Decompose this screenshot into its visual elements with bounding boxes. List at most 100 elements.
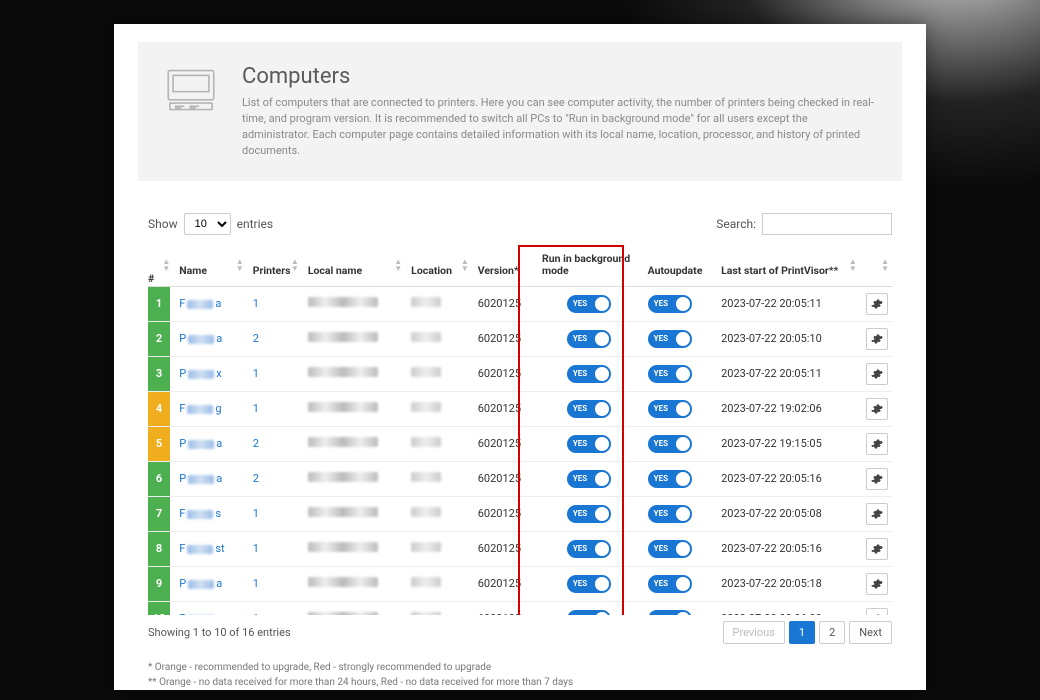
computer-name-link[interactable]: Pa — [179, 472, 222, 485]
col-location[interactable]: Location▲▼ — [405, 245, 472, 287]
computer-name-link[interactable]: Fst — [179, 542, 224, 555]
printers-link[interactable]: 2 — [253, 332, 259, 345]
table-row: 4 Fg 1 6020125 YES YES 2023-07-22 19:02:… — [148, 391, 892, 426]
computer-name-link[interactable]: Pa — [179, 612, 222, 615]
row-index-badge: 5 — [148, 427, 170, 461]
row-settings-button[interactable] — [866, 398, 888, 420]
col-bgmode[interactable]: Run in background mode — [536, 245, 642, 287]
col-local[interactable]: Local name▲▼ — [302, 245, 405, 287]
autoupdate-toggle[interactable]: YES — [648, 295, 692, 313]
version-value: 6020125 — [478, 437, 521, 450]
row-settings-button[interactable] — [866, 293, 888, 315]
last-start-value: 2023-07-22 20:05:10 — [721, 332, 822, 345]
gear-icon — [871, 333, 883, 345]
location-value — [411, 542, 441, 552]
computer-name-link[interactable]: Fa — [179, 297, 221, 310]
version-value: 6020125 — [478, 507, 521, 520]
autoupdate-toggle[interactable]: YES — [648, 505, 692, 523]
bgmode-toggle[interactable]: YES — [567, 330, 611, 348]
prev-button[interactable]: Previous — [723, 621, 785, 644]
col-version[interactable]: Version* — [472, 245, 536, 287]
next-button[interactable]: Next — [849, 621, 892, 644]
entries-label: entries — [237, 217, 273, 231]
row-settings-button[interactable] — [866, 468, 888, 490]
col-printers[interactable]: Printers▲▼ — [247, 245, 302, 287]
row-index-badge: 3 — [148, 357, 170, 391]
location-value — [411, 472, 441, 482]
bgmode-toggle[interactable]: YES — [567, 435, 611, 453]
bgmode-toggle[interactable]: YES — [567, 505, 611, 523]
search-input[interactable] — [762, 213, 892, 235]
local-name-value — [308, 612, 378, 615]
computer-name-link[interactable]: Pa — [179, 437, 222, 450]
bgmode-toggle[interactable]: YES — [567, 470, 611, 488]
last-start-value: 2023-07-22 20:05:11 — [721, 297, 822, 310]
autoupdate-toggle[interactable]: YES — [648, 575, 692, 593]
col-laststart[interactable]: Last start of PrintVisor**▲▼ — [715, 245, 860, 287]
row-settings-button[interactable] — [866, 363, 888, 385]
col-autoupdate[interactable]: Autoupdate — [642, 245, 715, 287]
bgmode-toggle[interactable]: YES — [567, 610, 611, 615]
local-name-value — [308, 367, 378, 377]
page-1-button[interactable]: 1 — [789, 621, 815, 644]
version-value: 6020125 — [478, 577, 521, 590]
table-header-row: #▲▼ Name▲▼ Printers▲▼ Local name▲▼ Locat… — [148, 245, 892, 287]
table-row: 1 Fa 1 6020125 YES YES 2023-07-22 20:05:… — [148, 286, 892, 321]
last-start-value: 2023-07-22 20:05:16 — [721, 542, 822, 555]
autoupdate-toggle[interactable]: YES — [648, 610, 692, 615]
row-index-badge: 7 — [148, 497, 170, 531]
location-value — [411, 297, 441, 307]
autoupdate-toggle[interactable]: YES — [648, 540, 692, 558]
row-settings-button[interactable] — [866, 538, 888, 560]
table-row: 9 Pa 1 6020125 YES YES 2023-07-22 20:05:… — [148, 566, 892, 601]
row-settings-button[interactable] — [866, 503, 888, 525]
bgmode-toggle[interactable]: YES — [567, 295, 611, 313]
computer-icon — [162, 64, 220, 116]
printers-link[interactable]: 1 — [253, 297, 259, 310]
bgmode-toggle[interactable]: YES — [567, 400, 611, 418]
row-settings-button[interactable] — [866, 608, 888, 615]
printers-link[interactable]: 1 — [253, 507, 259, 520]
gear-icon — [871, 613, 883, 615]
bgmode-toggle[interactable]: YES — [567, 365, 611, 383]
computer-name-link[interactable]: Pa — [179, 577, 222, 590]
col-name[interactable]: Name▲▼ — [173, 245, 246, 287]
printers-link[interactable]: 1 — [253, 612, 259, 615]
row-settings-button[interactable] — [866, 573, 888, 595]
local-name-value — [308, 297, 378, 307]
gear-icon — [871, 473, 883, 485]
computer-name-link[interactable]: Px — [179, 367, 221, 380]
autoupdate-toggle[interactable]: YES — [648, 365, 692, 383]
gear-icon — [871, 403, 883, 415]
page-2-button[interactable]: 2 — [819, 621, 845, 644]
printers-link[interactable]: 1 — [253, 577, 259, 590]
printers-link[interactable]: 1 — [253, 542, 259, 555]
local-name-value — [308, 437, 378, 447]
printers-link[interactable]: 1 — [253, 367, 259, 380]
last-start-value: 2023-07-22 20:05:11 — [721, 367, 822, 380]
bgmode-toggle[interactable]: YES — [567, 575, 611, 593]
printers-link[interactable]: 2 — [253, 472, 259, 485]
table-row: 10 Pa 1 6020125 YES YES 2023-07-22 20:06… — [148, 601, 892, 615]
computer-name-link[interactable]: Fg — [179, 402, 221, 415]
location-value — [411, 367, 441, 377]
table-row: 3 Px 1 6020125 YES YES 2023-07-22 20:05:… — [148, 356, 892, 391]
local-name-value — [308, 507, 378, 517]
computer-name-link[interactable]: Fs — [179, 507, 221, 520]
autoupdate-toggle[interactable]: YES — [648, 435, 692, 453]
computer-name-link[interactable]: Pa — [179, 332, 222, 345]
autoupdate-toggle[interactable]: YES — [648, 330, 692, 348]
col-index[interactable]: #▲▼ — [148, 245, 173, 287]
last-start-value: 2023-07-22 20:05:16 — [721, 472, 822, 485]
entries-select[interactable]: 10 — [184, 213, 231, 235]
row-settings-button[interactable] — [866, 433, 888, 455]
autoupdate-toggle[interactable]: YES — [648, 470, 692, 488]
bgmode-toggle[interactable]: YES — [567, 540, 611, 558]
autoupdate-toggle[interactable]: YES — [648, 400, 692, 418]
row-index-badge: 6 — [148, 462, 170, 496]
version-value: 6020125 — [478, 542, 521, 555]
row-settings-button[interactable] — [866, 328, 888, 350]
local-name-value — [308, 577, 378, 587]
printers-link[interactable]: 2 — [253, 437, 259, 450]
printers-link[interactable]: 1 — [253, 402, 259, 415]
